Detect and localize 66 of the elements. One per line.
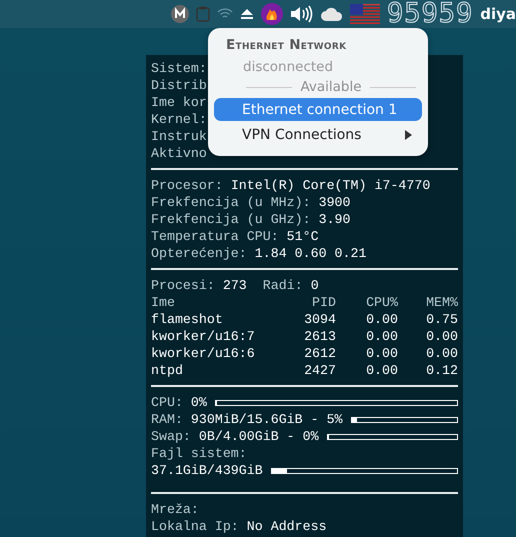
info-label: RAM: — [151, 411, 183, 428]
menu-title: Ethernet Network — [225, 37, 348, 55]
info-value: 51°C — [286, 228, 319, 245]
info-label: Lokalna Ip: — [151, 518, 239, 535]
wifi-icon[interactable] — [216, 8, 233, 20]
info-value: 37.1GiB/439GiB — [151, 462, 263, 479]
table-cell-text: 0.00 — [365, 328, 398, 345]
menu-item[interactable]: Ethernet connection 1 — [214, 98, 422, 121]
table-cell-text: kworker/u16:6 — [151, 345, 256, 362]
m-letter-icon[interactable] — [170, 5, 189, 23]
info-label: Kernel: — [151, 111, 207, 128]
table-cell-text: 0.12 — [425, 362, 458, 379]
info-value: 3900 — [318, 194, 351, 211]
info-label: Sistem: — [151, 60, 207, 77]
eject-icon[interactable] — [240, 8, 254, 20]
status-text: disconnected — [242, 59, 334, 77]
info-value: No Address — [246, 518, 327, 535]
column-header: MEM% — [425, 294, 458, 311]
table-cell-text: flameshot — [151, 311, 224, 328]
table-cell-text: 0.00 — [365, 345, 398, 362]
table-cell-text: 2613 — [303, 328, 336, 345]
info-label: Distrib — [151, 77, 207, 94]
table-cell-text: 0.00 — [425, 345, 458, 362]
clipboard-icon[interactable] — [196, 6, 210, 22]
flame-icon[interactable] — [260, 3, 283, 25]
info-value: 1.84 0.60 0.21 — [254, 245, 366, 262]
info-value: Intel(R) Core(TM) i7-4770 — [230, 177, 430, 194]
column-header: Ime — [151, 294, 176, 311]
clock[interactable]: 95959 — [386, 0, 474, 28]
info-value: 3.90 — [318, 211, 351, 228]
speaker-icon[interactable] — [290, 5, 314, 23]
table-cell-text: ntpd — [151, 362, 184, 379]
info-label: Radi: — [262, 277, 303, 294]
info-label: Swap: — [151, 428, 191, 445]
info-value: 0% — [190, 394, 207, 411]
info-label: Frekfencija (u MHz): — [151, 194, 311, 211]
table-cell-text: 3094 — [303, 311, 336, 328]
section-label: Available — [300, 79, 362, 95]
info-value: 0 — [310, 277, 319, 294]
info-value: 0B/4.00GiB - 0% — [198, 428, 319, 445]
info-value: 930MiB/15.6GiB - 5% — [190, 411, 343, 428]
info-label: Mreža: — [151, 501, 199, 518]
user-name[interactable]: diya — [480, 5, 516, 23]
info-label: Frekfencija (u GHz): — [151, 211, 311, 228]
table-cell-text: 0.00 — [365, 311, 398, 328]
column-header: PID — [311, 294, 336, 311]
info-value: 273 — [222, 277, 247, 294]
info-label: Procesi: — [151, 277, 215, 294]
info-label: Aktivno — [151, 145, 207, 162]
table-cell-text: 2612 — [303, 345, 336, 362]
info-label: Fajl sistem: — [151, 445, 247, 462]
menu-item[interactable]: VPN Connections — [214, 123, 422, 146]
table-cell-text: 0.00 — [425, 328, 458, 345]
cloud-icon[interactable] — [320, 7, 343, 21]
info-label: CPU: — [151, 394, 183, 411]
table-cell-text: 2427 — [303, 362, 336, 379]
info-label: Procesor: — [151, 177, 223, 194]
info-label: Instruk — [151, 128, 207, 145]
table-cell-text: kworker/u16:7 — [151, 328, 256, 345]
info-label: Ime kor — [151, 94, 207, 111]
table-cell-text: 0.75 — [425, 311, 458, 328]
info-label: Temperatura CPU: — [151, 228, 279, 245]
table-cell-text: 0.00 — [365, 362, 398, 379]
submenu-arrow-icon — [405, 130, 412, 140]
column-header: CPU% — [365, 294, 398, 311]
info-label: Opterećenje: — [151, 245, 247, 262]
